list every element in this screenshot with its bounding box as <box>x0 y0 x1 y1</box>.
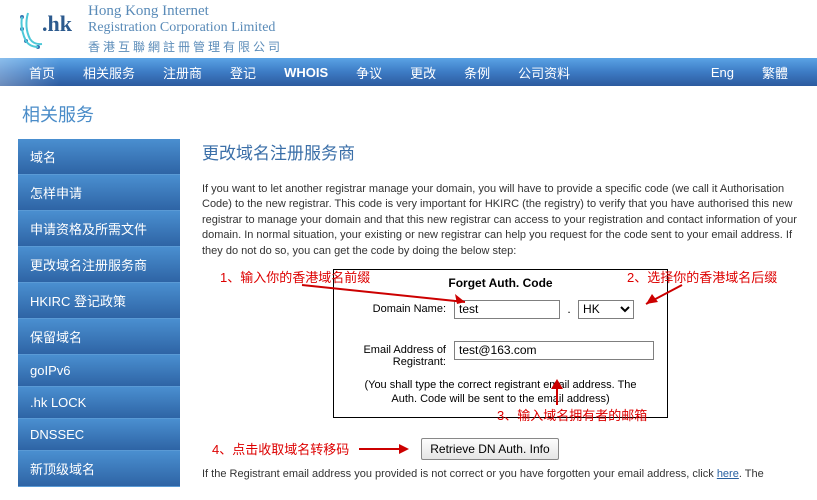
nav-disputes[interactable]: 争议 <box>342 63 396 82</box>
top-nav: 首页 相关服务 注册商 登记 WHOIS 争议 更改 条例 公司资料 Eng 繁… <box>0 58 817 86</box>
sidebar-item-hkirc-policy[interactable]: HKIRC 登记政策 <box>18 283 180 319</box>
annotation-2: 2、选择你的香港域名后缀 <box>627 267 777 286</box>
logo-mark: .hk <box>20 9 80 49</box>
nav-whois[interactable]: WHOIS <box>270 65 342 80</box>
nav-registrars[interactable]: 注册商 <box>149 63 216 82</box>
tld-select[interactable]: HK <box>578 300 634 319</box>
nav-company[interactable]: 公司资料 <box>504 63 584 82</box>
domain-input[interactable] <box>454 300 560 319</box>
company-name-zh: 香港互聯網註冊管理有限公司 <box>88 38 283 55</box>
nav-rules[interactable]: 条例 <box>450 63 504 82</box>
sidebar-item-dnssec[interactable]: DNSSEC <box>18 419 180 451</box>
form-note: (You shall type the correct registrant e… <box>334 372 667 407</box>
nav-change[interactable]: 更改 <box>396 63 450 82</box>
sidebar-item-domain[interactable]: 域名 <box>18 139 180 175</box>
sidebar-item-how-apply[interactable]: 怎样申请 <box>18 175 180 211</box>
page-title: 更改域名注册服务商 <box>202 139 799 164</box>
email-input[interactable] <box>454 341 654 360</box>
site-header: .hk Hong Kong Internet Registration Corp… <box>0 0 817 58</box>
company-name-en1: Hong Kong Internet <box>88 3 283 20</box>
form-annotation-wrapper: 1、输入你的香港域名前缀 2、选择你的香港域名后缀 Forget Auth. C… <box>202 269 799 460</box>
email-label: Email Address of Registrant: <box>346 341 454 368</box>
retrieve-button[interactable]: Retrieve DN Auth. Info <box>421 438 558 460</box>
sidebar: 域名 怎样申请 申请资格及所需文件 更改域名注册服务商 HKIRC 登记政策 保… <box>18 139 180 487</box>
footer-text-after: . The <box>739 468 764 480</box>
sidebar-item-reserved[interactable]: 保留域名 <box>18 319 180 355</box>
annotation-1: 1、输入你的香港域名前缀 <box>220 267 370 286</box>
annotation-3: 3、输入域名拥有者的邮箱 <box>497 405 647 424</box>
domain-dot: . <box>567 302 570 316</box>
sidebar-item-hklock[interactable]: .hk LOCK <box>18 387 180 419</box>
nav-services[interactable]: 相关服务 <box>69 63 149 82</box>
annotation-4: 4、点击收取域名转移码 <box>212 439 349 458</box>
company-name-en2: Registration Corporation Limited <box>88 20 283 36</box>
svg-text:.hk: .hk <box>42 11 73 36</box>
intro-text: If you want to let another registrar man… <box>202 182 799 259</box>
nav-register[interactable]: 登记 <box>216 63 270 82</box>
form-title: Forget Auth. Code <box>334 270 667 296</box>
sidebar-item-eligibility[interactable]: 申请资格及所需文件 <box>18 211 180 247</box>
company-name: Hong Kong Internet Registration Corporat… <box>88 3 283 55</box>
nav-lang-eng[interactable]: Eng <box>697 65 748 80</box>
sidebar-item-goipv6[interactable]: goIPv6 <box>18 355 180 387</box>
section-title: 相关服务 <box>0 86 817 139</box>
nav-lang-trad[interactable]: 繁體 <box>748 63 802 82</box>
domain-label: Domain Name: <box>346 300 454 315</box>
sidebar-item-change-registrar[interactable]: 更改域名注册服务商 <box>18 247 180 283</box>
footer-text-before: If the Registrant email address you prov… <box>202 468 717 480</box>
forget-auth-form: Forget Auth. Code Domain Name: . HK Emai… <box>333 269 668 418</box>
footer-text: If the Registrant email address you prov… <box>202 468 799 480</box>
footer-link-here[interactable]: here <box>717 468 739 480</box>
content-area: 更改域名注册服务商 If you want to let another reg… <box>180 139 817 487</box>
arrow-4 <box>355 441 415 457</box>
sidebar-item-new-gtld[interactable]: 新顶级域名 <box>18 451 180 487</box>
